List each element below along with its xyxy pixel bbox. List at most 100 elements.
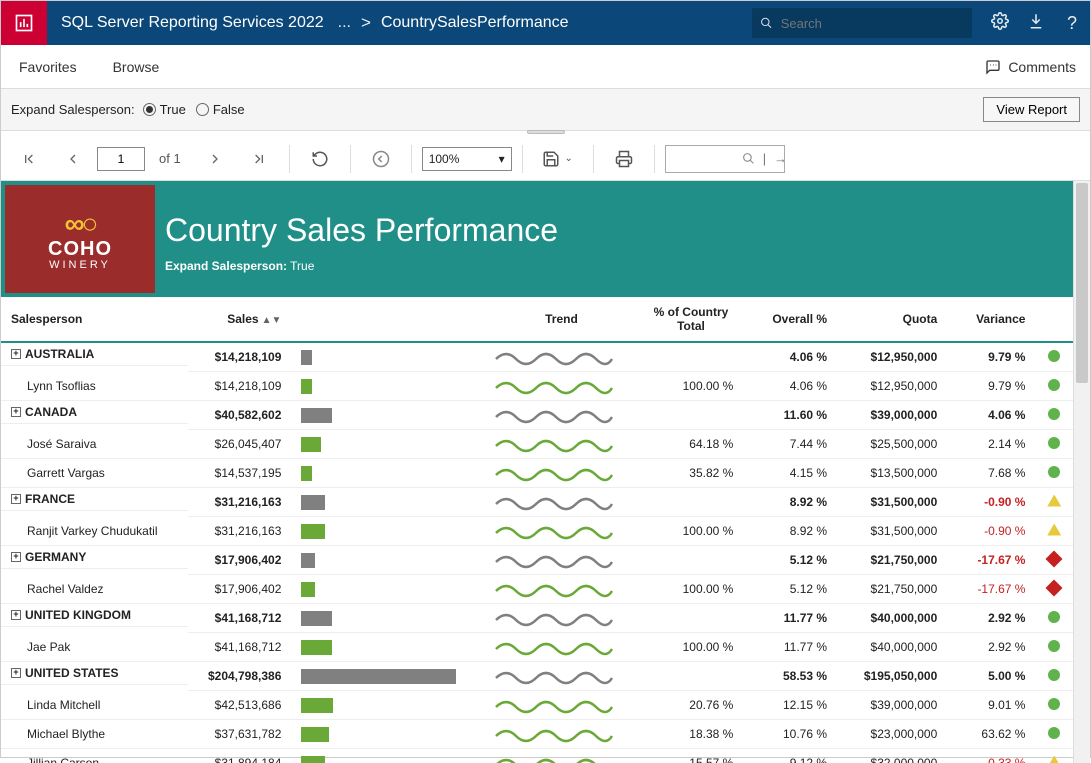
comments-label: Comments <box>1008 59 1076 75</box>
col-salesperson[interactable]: Salesperson <box>1 297 188 342</box>
cell-sales: $17,906,402 <box>188 575 291 604</box>
col-trend[interactable]: Trend <box>484 297 638 342</box>
cell-pct-country <box>639 488 744 517</box>
row-name: Lynn Tsoflias <box>1 372 188 401</box>
country-row: +GERMANY$17,906,4025.12 %$21,750,000-17.… <box>1 546 1073 575</box>
breadcrumb-current[interactable]: CountrySalesPerformance <box>381 14 569 32</box>
cell-overall: 58.53 % <box>743 662 837 691</box>
cell-sales: $204,798,386 <box>188 662 291 691</box>
gear-icon <box>991 12 1009 30</box>
status-indicator-green <box>1048 669 1060 681</box>
trend-sparkline <box>494 724 614 744</box>
status-indicator-green <box>1048 727 1060 739</box>
country-row: +CANADA$40,582,60211.60 %$39,000,0004.06… <box>1 401 1073 430</box>
first-page-button[interactable] <box>9 142 49 176</box>
page-number-input[interactable] <box>97 147 145 171</box>
trend-sparkline <box>494 434 614 454</box>
expand-toggle[interactable]: + <box>11 349 21 359</box>
status-indicator-green <box>1048 611 1060 623</box>
status-indicator-green <box>1048 640 1060 652</box>
cell-sales: $14,537,195 <box>188 459 291 488</box>
col-variance[interactable]: Variance <box>947 297 1035 342</box>
row-name: Linda Mitchell <box>1 691 188 720</box>
refresh-button[interactable] <box>300 142 340 176</box>
export-button[interactable]: ⌄ <box>533 142 583 176</box>
col-overall[interactable]: Overall % <box>743 297 837 342</box>
trend-sparkline <box>494 637 614 657</box>
sales-bar <box>301 698 333 713</box>
cell-variance: 4.06 % <box>947 401 1035 430</box>
cell-quota: $12,950,000 <box>837 372 947 401</box>
find-next-icon[interactable]: → <box>774 151 787 166</box>
cell-sales: $14,218,109 <box>188 342 291 372</box>
radio-true[interactable]: True <box>143 102 186 117</box>
view-report-button[interactable]: View Report <box>983 97 1080 122</box>
cell-overall: 11.77 % <box>743 633 837 662</box>
logo-brand: COHO <box>48 240 112 259</box>
back-button[interactable] <box>361 142 401 176</box>
cell-variance: -0.33 % <box>947 749 1035 763</box>
cell-variance: -0.90 % <box>947 517 1035 546</box>
cell-pct-country <box>639 604 744 633</box>
trend-sparkline <box>494 753 614 763</box>
find-input[interactable] <box>672 151 742 167</box>
download-icon <box>1027 12 1045 30</box>
trend-sparkline <box>494 521 614 541</box>
person-row: Garrett Vargas$14,537,19535.82 %4.15 %$1… <box>1 459 1073 488</box>
cell-variance: 5.00 % <box>947 662 1035 691</box>
report-param: Expand Salesperson: True <box>165 259 558 273</box>
comment-icon <box>984 59 1002 75</box>
search-input[interactable] <box>779 15 964 32</box>
status-indicator-green <box>1048 466 1060 478</box>
find-box[interactable]: | → <box>665 145 785 173</box>
grip-icon <box>527 130 565 134</box>
cell-sales: $31,216,163 <box>188 517 291 546</box>
sales-bar <box>301 553 315 568</box>
radio-false[interactable]: False <box>196 102 245 117</box>
comments-button[interactable]: Comments <box>970 59 1090 75</box>
prev-page-button[interactable] <box>53 142 93 176</box>
cell-sales: $42,513,686 <box>188 691 291 720</box>
last-page-button[interactable] <box>239 142 279 176</box>
status-indicator-green <box>1048 379 1060 391</box>
expand-toggle[interactable]: + <box>11 494 21 504</box>
row-name: Garrett Vargas <box>1 459 188 488</box>
trend-sparkline <box>494 376 614 396</box>
cell-quota: $40,000,000 <box>837 604 947 633</box>
expand-toggle[interactable]: + <box>11 552 21 562</box>
settings-button[interactable] <box>982 12 1018 35</box>
search-icon[interactable] <box>742 152 755 165</box>
expand-toggle[interactable]: + <box>11 610 21 620</box>
cell-pct-country <box>639 342 744 372</box>
vertical-scrollbar[interactable] <box>1073 181 1090 763</box>
param-label: Expand Salesperson: <box>11 102 135 117</box>
print-button[interactable] <box>604 142 644 176</box>
app-logo[interactable] <box>1 1 47 45</box>
expand-toggle[interactable]: + <box>11 407 21 417</box>
next-page-button[interactable] <box>195 142 235 176</box>
zoom-select[interactable]: 100%▾ <box>422 147 512 171</box>
scrollbar-thumb[interactable] <box>1076 183 1088 383</box>
expand-toggle[interactable]: + <box>11 668 21 678</box>
help-button[interactable]: ? <box>1054 13 1090 34</box>
cell-variance: 63.62 % <box>947 720 1035 749</box>
cell-variance: -0.90 % <box>947 488 1035 517</box>
cell-variance: -17.67 % <box>947 546 1035 575</box>
search-box[interactable] <box>752 8 972 38</box>
breadcrumb-ellipsis[interactable]: ... <box>338 14 351 32</box>
cell-quota: $21,750,000 <box>837 575 947 604</box>
row-name: Michael Blythe <box>1 720 188 749</box>
sales-bar <box>301 495 325 510</box>
cell-pct-country: 64.18 % <box>639 430 744 459</box>
row-name: José Saraiva <box>1 430 188 459</box>
sales-bar <box>301 379 312 394</box>
person-row: José Saraiva$26,045,40764.18 %7.44 %$25,… <box>1 430 1073 459</box>
col-sales[interactable]: Sales▲▼ <box>188 297 291 342</box>
tab-favorites[interactable]: Favorites <box>1 59 95 75</box>
cell-pct-country: 20.76 % <box>639 691 744 720</box>
col-quota[interactable]: Quota <box>837 297 947 342</box>
tab-browse[interactable]: Browse <box>95 59 178 75</box>
cell-overall: 9.12 % <box>743 749 837 763</box>
download-button[interactable] <box>1018 12 1054 35</box>
col-pct-country[interactable]: % of Country Total <box>639 297 744 342</box>
